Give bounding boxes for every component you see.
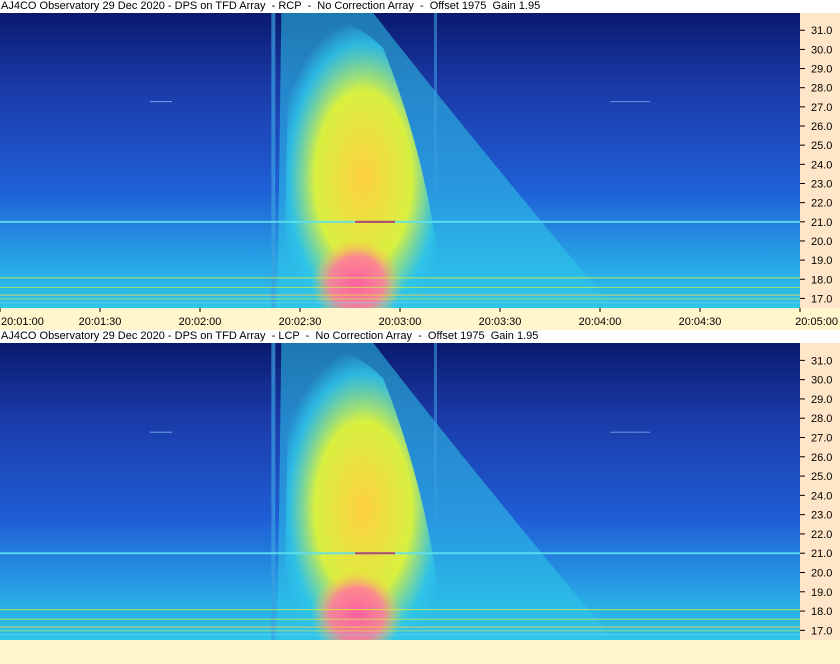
freq-tick-label: 19.0 <box>811 587 832 599</box>
freq-tick-label: 22.0 <box>811 529 832 541</box>
time-tick-label: 20:01:30 <box>79 316 122 328</box>
rfi-line <box>0 618 800 620</box>
time-tick-label: 20:04:00 <box>579 316 622 328</box>
freq-tick-label: 31.0 <box>811 355 832 367</box>
freq-tick-label: 17.0 <box>811 293 832 305</box>
freq-tick-label: 30.0 <box>811 375 832 387</box>
time-tick-label: 20:02:00 <box>179 316 222 328</box>
rfi-line <box>0 286 800 288</box>
rfi-line <box>355 220 395 223</box>
rfi-line <box>0 220 800 223</box>
time-tick-label: 20:02:30 <box>279 316 322 328</box>
freq-tick-label: 27.0 <box>811 102 832 114</box>
rfi-line <box>150 101 172 103</box>
bottom-strip <box>0 640 840 664</box>
rfi-line <box>0 302 800 304</box>
spectrogram-lcp <box>0 343 800 640</box>
freq-tick-label: 27.0 <box>811 433 832 445</box>
freq-tick-label: 25.0 <box>811 471 832 483</box>
time-axis: 20:01:00 20:01:30 20:02:00 20:02:30 20:03:00… <box>0 308 840 330</box>
rfi-line <box>0 630 800 632</box>
freq-tick-label: 28.0 <box>811 413 832 425</box>
rfi-line <box>0 552 800 555</box>
frequency-axis-rcp: 17.0 18.0 19.0 20.0 21.0 22.0 23.0 24.0 25.0 26.0… <box>800 13 840 308</box>
frequency-axis-lcp: 17.0 18.0 19.0 20.0 21.0 22.0 23.0 24.0 25.0 26.0… <box>800 343 840 640</box>
freq-tick-label: 26.0 <box>811 121 832 133</box>
vertical-streak <box>271 343 276 640</box>
rfi-line <box>355 552 395 555</box>
panel-title-rcp: AJ4CO Observatory 29 Dec 2020 - DPS on T… <box>0 0 840 13</box>
freq-tick-label: 26.0 <box>811 452 832 464</box>
rfi-line <box>0 609 800 611</box>
freq-tick-label: 21.0 <box>811 548 832 560</box>
freq-tick-label: 17.0 <box>811 625 832 637</box>
time-tick-label: 20:03:00 <box>379 316 422 328</box>
freq-tick-label: 18.0 <box>811 274 832 286</box>
freq-tick-label: 23.0 <box>811 178 832 190</box>
rfi-line <box>0 634 800 636</box>
freq-tick-label: 24.0 <box>811 490 832 502</box>
freq-tick-label: 24.0 <box>811 159 832 171</box>
time-tick-label: 20:04:30 <box>679 316 722 328</box>
freq-tick-label: 28.0 <box>811 83 832 95</box>
freq-tick-label: 29.0 <box>811 64 832 76</box>
freq-tick-label: 22.0 <box>811 198 832 210</box>
panel-title-lcp: AJ4CO Observatory 29 Dec 2020 - DPS on T… <box>0 330 840 343</box>
vertical-streak <box>434 343 437 522</box>
rfi-line <box>0 294 800 296</box>
rfi-line <box>0 626 800 628</box>
freq-tick-label: 31.0 <box>811 25 832 37</box>
time-tick-label: 20:03:30 <box>479 316 522 328</box>
freq-tick-label: 29.0 <box>811 394 832 406</box>
freq-tick-label: 30.0 <box>811 44 832 56</box>
rfi-line <box>150 431 172 433</box>
rfi-line <box>610 431 650 433</box>
freq-tick-label: 20.0 <box>811 568 832 580</box>
freq-tick-label: 25.0 <box>811 140 832 152</box>
freq-tick-label: 21.0 <box>811 217 832 229</box>
freq-tick-label: 19.0 <box>811 255 832 267</box>
rfi-line <box>610 101 650 103</box>
rfi-line <box>0 277 800 279</box>
time-tick-label: 20:05:00 <box>795 316 838 328</box>
vertical-streak <box>271 13 276 308</box>
spectrogram-rcp <box>0 13 800 308</box>
freq-tick-label: 18.0 <box>811 606 832 618</box>
rfi-line <box>0 298 800 300</box>
freq-tick-label: 23.0 <box>811 510 832 522</box>
freq-tick-label: 20.0 <box>811 236 832 248</box>
time-tick-label: 20:01:00 <box>1 316 44 328</box>
vertical-streak <box>434 13 437 190</box>
